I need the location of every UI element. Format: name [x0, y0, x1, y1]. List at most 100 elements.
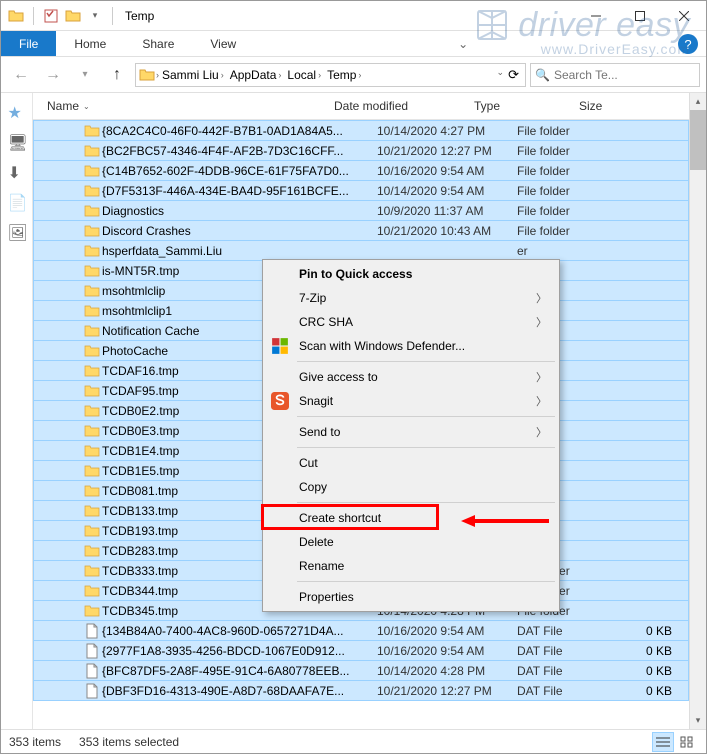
folder-icon — [82, 343, 102, 359]
folder-icon — [82, 283, 102, 299]
file-type: er — [517, 244, 622, 258]
menu-defender[interactable]: Scan with Windows Defender... — [265, 334, 557, 358]
nav-pane[interactable]: ★ 🖥 ⬇ 📄 🖼 — [1, 93, 33, 729]
large-icons-view-button[interactable] — [676, 732, 698, 752]
folder-icon — [82, 443, 102, 459]
tab-home[interactable]: Home — [56, 31, 124, 56]
properties-icon[interactable] — [42, 7, 60, 25]
file-size: 0 KB — [622, 664, 688, 678]
file-name: {D7F5313F-446A-434E-BA4D-95F161BCFE... — [102, 184, 377, 198]
file-row[interactable]: {C14B7652-602F-4DDB-96CE-61F75FA7D0...10… — [33, 160, 689, 181]
column-type[interactable]: Type — [468, 99, 573, 113]
search-input[interactable] — [554, 68, 695, 82]
qat-customize-icon[interactable]: ▾ — [86, 7, 104, 25]
file-date: 10/14/2020 4:28 PM — [377, 664, 517, 678]
menu-rename[interactable]: Rename — [265, 554, 557, 578]
ribbon-expand-icon[interactable]: ⌄ — [454, 35, 472, 53]
breadcrumb-segment[interactable]: AppData› — [227, 68, 285, 82]
file-row[interactable]: {BFC87DF5-2A8F-495E-91C4-6A80778EEB...10… — [33, 660, 689, 681]
quick-access-icon[interactable]: ★ — [8, 103, 26, 121]
vertical-scrollbar[interactable]: ▴ ▾ — [689, 93, 706, 729]
maximize-button[interactable] — [618, 1, 662, 31]
recent-locations-button[interactable]: ▾ — [71, 61, 99, 89]
menu-give-access[interactable]: Give access to〉 — [265, 365, 557, 389]
shield-icon — [271, 337, 289, 355]
folder-icon — [138, 66, 156, 84]
file-date: 10/21/2020 12:27 PM — [377, 144, 517, 158]
menu-send-to[interactable]: Send to〉 — [265, 420, 557, 444]
file-row[interactable]: hsperfdata_Sammi.Liu er — [33, 240, 689, 261]
desktop-icon[interactable]: 🖥 — [8, 133, 26, 151]
folder-icon — [82, 583, 102, 599]
scroll-up-icon[interactable]: ▴ — [690, 93, 706, 110]
menu-7zip[interactable]: 7-Zip〉 — [265, 286, 557, 310]
menu-snagit[interactable]: Snagit〉 — [265, 389, 557, 413]
close-button[interactable] — [662, 1, 706, 31]
file-size: 0 KB — [622, 684, 688, 698]
file-row[interactable]: {BC2FBC57-4346-4F4F-AF2B-7D3C16CFF...10/… — [33, 140, 689, 161]
file-date: 10/21/2020 12:27 PM — [377, 684, 517, 698]
minimize-button[interactable] — [574, 1, 618, 31]
folder-icon — [82, 303, 102, 319]
breadcrumb-segment[interactable]: Local› — [284, 68, 324, 82]
file-row[interactable]: {D7F5313F-446A-434E-BA4D-95F161BCFE...10… — [33, 180, 689, 201]
column-name[interactable]: Name⌄ — [33, 99, 328, 113]
file-row[interactable]: {DBF3FD16-4313-490E-A8D7-68DAAFA7E...10/… — [33, 680, 689, 701]
details-view-button[interactable] — [652, 732, 674, 752]
file-type: File folder — [517, 124, 622, 138]
file-type: File folder — [517, 144, 622, 158]
file-type: File folder — [517, 184, 622, 198]
back-button[interactable]: ← — [7, 61, 35, 89]
file-name: {BFC87DF5-2A8F-495E-91C4-6A80778EEB... — [102, 664, 377, 678]
up-button[interactable]: ↑ — [103, 61, 131, 89]
address-bar: ← → ▾ ↑ › Sammi Liu› AppData› Local› Tem… — [1, 57, 706, 93]
help-icon[interactable]: ? — [678, 34, 698, 54]
tab-view[interactable]: View — [192, 31, 254, 56]
downloads-icon[interactable]: ⬇ — [8, 163, 26, 181]
column-date[interactable]: Date modified — [328, 99, 468, 113]
scroll-thumb[interactable] — [690, 110, 706, 170]
file-name: hsperfdata_Sammi.Liu — [102, 244, 377, 258]
menu-delete[interactable]: Delete — [265, 530, 557, 554]
file-tab[interactable]: File — [1, 31, 56, 56]
file-date: 10/16/2020 9:54 AM — [377, 624, 517, 638]
breadcrumb[interactable]: › Sammi Liu› AppData› Local› Temp› ⌄ ⟳ — [135, 63, 526, 87]
dropdown-icon[interactable]: ⌄ — [497, 67, 505, 83]
file-type: File folder — [517, 224, 622, 238]
file-row[interactable]: {134B84A0-7400-4AC8-960D-0657271D4A...10… — [33, 620, 689, 641]
file-row[interactable]: {2977F1A8-3935-4256-BDCD-1067E0D912...10… — [33, 640, 689, 661]
status-bar: 353 items 353 items selected — [1, 729, 706, 753]
folder-icon — [82, 403, 102, 419]
scroll-down-icon[interactable]: ▾ — [690, 712, 706, 729]
file-row[interactable]: Discord Crashes10/21/2020 10:43 AMFile f… — [33, 220, 689, 241]
breadcrumb-segment[interactable]: Temp› — [324, 68, 364, 82]
pictures-icon[interactable]: 🖼 — [8, 223, 26, 241]
folder-icon — [82, 603, 102, 619]
menu-crc-sha[interactable]: CRC SHA〉 — [265, 310, 557, 334]
menu-properties[interactable]: Properties — [265, 585, 557, 609]
menu-pin-quick-access[interactable]: Pin to Quick access — [265, 262, 557, 286]
file-icon — [82, 683, 102, 699]
documents-icon[interactable]: 📄 — [8, 193, 26, 211]
folder-icon — [82, 123, 102, 139]
file-name: {134B84A0-7400-4AC8-960D-0657271D4A... — [102, 624, 377, 638]
menu-copy[interactable]: Copy — [265, 475, 557, 499]
folder-icon — [82, 263, 102, 279]
file-name: {DBF3FD16-4313-490E-A8D7-68DAAFA7E... — [102, 684, 377, 698]
submenu-arrow-icon: 〉 — [536, 314, 547, 330]
file-row[interactable]: Diagnostics10/9/2020 11:37 AMFile folder — [33, 200, 689, 221]
file-type: File folder — [517, 164, 622, 178]
folder-icon — [82, 483, 102, 499]
menu-cut[interactable]: Cut — [265, 451, 557, 475]
file-row[interactable]: {8CA2C4C0-46F0-442F-B7B1-0AD1A84A5...10/… — [33, 120, 689, 141]
submenu-arrow-icon: 〉 — [536, 393, 547, 409]
column-size[interactable]: Size — [573, 99, 689, 113]
forward-button[interactable]: → — [39, 61, 67, 89]
file-name: Discord Crashes — [102, 224, 377, 238]
breadcrumb-segment[interactable]: Sammi Liu› — [159, 68, 227, 82]
tab-share[interactable]: Share — [124, 31, 192, 56]
search-box[interactable]: 🔍 — [530, 63, 700, 87]
qat-folder-icon[interactable] — [64, 7, 82, 25]
refresh-icon[interactable]: ⟳ — [508, 67, 519, 83]
folder-icon — [7, 7, 25, 25]
